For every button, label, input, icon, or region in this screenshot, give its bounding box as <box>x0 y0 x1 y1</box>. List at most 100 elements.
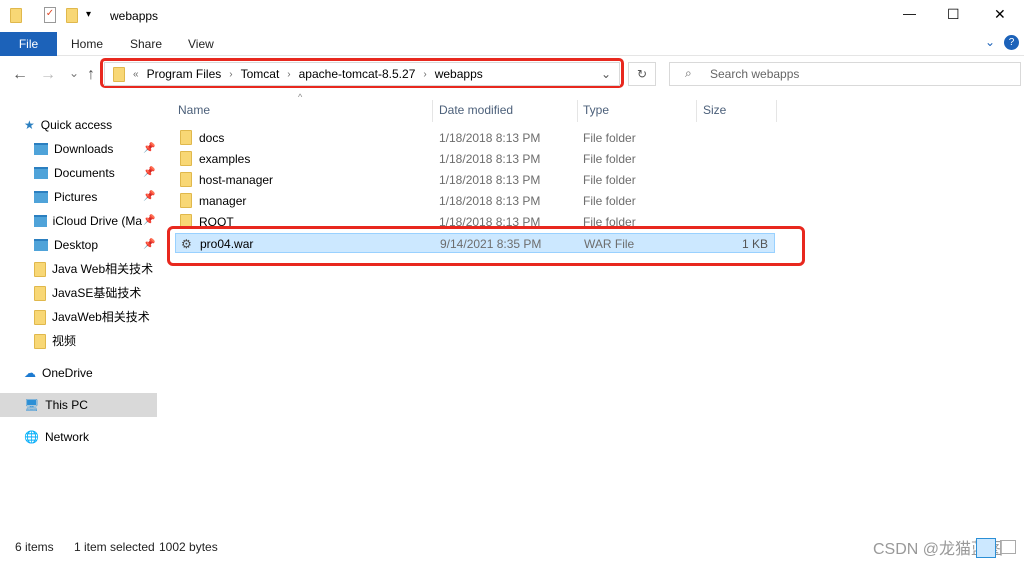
label: 视频 <box>52 334 77 348</box>
file-row[interactable]: manager 1/18/2018 8:13 PM File folder <box>175 191 775 211</box>
file-date: 1/18/2018 8:13 PM <box>439 131 541 145</box>
label: OneDrive <box>42 366 93 380</box>
search-input[interactable]: Search webapps <box>669 62 1021 86</box>
file-date: 1/18/2018 8:13 PM <box>439 173 541 187</box>
sidebar-item-documents[interactable]: Documents <box>34 163 115 183</box>
title-bar: ✓ ▾ webapps — ☐ ✕ <box>0 0 1024 32</box>
file-date: 1/18/2018 8:13 PM <box>439 152 541 166</box>
sidebar-network[interactable]: 🌐 Network <box>24 427 89 447</box>
column-header-type[interactable]: Type <box>579 100 697 122</box>
network-icon: 🌐 <box>24 430 39 444</box>
up-button[interactable]: ↑ <box>87 66 95 84</box>
label: Java Web相关技术 <box>52 262 154 276</box>
file-type: File folder <box>583 131 636 145</box>
sidebar-item-downloads[interactable]: Downloads <box>34 139 113 159</box>
icloud-icon <box>34 215 47 227</box>
sidebar-this-pc[interactable]: 🖥 This PC <box>0 393 157 417</box>
column-header-size[interactable]: Size <box>699 100 777 122</box>
breadcrumb-tomcat[interactable]: Tomcat <box>241 67 280 81</box>
label: Documents <box>54 166 115 180</box>
tab-share[interactable]: Share <box>130 32 162 56</box>
file-row[interactable]: docs 1/18/2018 8:13 PM File folder <box>175 128 775 148</box>
overflow-chevron[interactable]: « <box>133 69 139 80</box>
file-name: manager <box>199 194 247 208</box>
ribbon: File Home Share View ⌄ ? <box>0 32 1024 56</box>
close-button[interactable]: ✕ <box>994 6 1006 23</box>
search-icon: ⌕ <box>685 66 692 80</box>
status-selected: 1 item selected <box>74 540 155 554</box>
sidebar-item-javase[interactable]: JavaSE基础技术 <box>34 283 141 303</box>
status-size: 1002 bytes <box>159 540 218 554</box>
minimize-button[interactable]: — <box>903 6 916 21</box>
folder-icon <box>180 151 192 166</box>
sidebar-onedrive[interactable]: ☁ OneDrive <box>24 363 93 383</box>
sidebar-item-icloud[interactable]: iCloud Drive (Ma <box>34 211 142 231</box>
label: Pictures <box>54 190 98 204</box>
forward-button[interactable]: → <box>40 66 56 84</box>
back-button[interactable]: ← <box>12 66 28 84</box>
tab-file[interactable]: File <box>0 32 57 56</box>
sidebar-item-pictures[interactable]: Pictures <box>34 187 97 207</box>
label: Quick access <box>40 118 113 132</box>
file-name: examples <box>199 152 251 166</box>
pin-icon[interactable]: 📌 <box>143 167 155 178</box>
customize-toolbar-icon[interactable]: ▾ <box>86 9 91 20</box>
column-header-name[interactable]: Name <box>174 100 433 122</box>
chevron-right-icon[interactable]: › <box>229 69 232 80</box>
file-name: host-manager <box>199 173 274 187</box>
help-icon[interactable]: ? <box>1004 35 1019 50</box>
sidebar-item-javaweb-1[interactable]: Java Web相关技术 <box>34 259 153 279</box>
folder-icon <box>113 66 125 82</box>
file-row[interactable]: examples 1/18/2018 8:13 PM File folder <box>175 149 775 169</box>
breadcrumb-webapps[interactable]: webapps <box>435 67 483 81</box>
column-header-date[interactable]: Date modified <box>435 100 578 122</box>
war-file-highlight <box>167 226 805 266</box>
sidebar-item-video[interactable]: 视频 <box>34 331 76 351</box>
chevron-right-icon[interactable]: › <box>287 69 290 80</box>
folder-icon <box>34 285 46 301</box>
chevron-right-icon[interactable]: › <box>423 69 426 80</box>
folder-icon <box>34 309 46 325</box>
tab-home[interactable]: Home <box>71 32 103 56</box>
cloud-icon: ☁ <box>24 366 36 380</box>
folder-icon <box>180 130 192 145</box>
properties-icon[interactable]: ✓ <box>44 7 56 23</box>
desktop-icon <box>34 239 48 251</box>
new-folder-icon[interactable] <box>66 8 78 23</box>
sidebar-quick-access[interactable]: ★ Quick access <box>24 115 112 135</box>
recent-locations-button[interactable]: ⌄ <box>69 66 79 80</box>
pin-icon[interactable]: 📌 <box>143 143 155 154</box>
downloads-icon <box>34 143 48 155</box>
pin-icon[interactable]: 📌 <box>143 191 155 202</box>
label: Desktop <box>54 238 99 252</box>
file-name: docs <box>199 131 225 145</box>
breadcrumb-program-files[interactable]: Program Files <box>147 67 222 81</box>
file-type: File folder <box>583 173 636 187</box>
label: This PC <box>45 398 88 412</box>
address-dropdown-icon[interactable]: ⌄ <box>601 67 611 81</box>
folder-icon <box>34 333 46 349</box>
label: Downloads <box>54 142 114 156</box>
pictures-icon <box>34 191 48 203</box>
large-icons-view-button[interactable] <box>1000 540 1016 554</box>
maximize-button[interactable]: ☐ <box>947 6 960 23</box>
file-row[interactable]: host-manager 1/18/2018 8:13 PM File fold… <box>175 170 775 190</box>
sidebar-item-desktop[interactable]: Desktop <box>34 235 98 255</box>
status-item-count: 6 items <box>15 540 54 554</box>
pin-icon[interactable]: 📌 <box>143 239 155 250</box>
address-bar[interactable]: « Program Files › Tomcat › apache-tomcat-8… <box>104 62 620 86</box>
expand-ribbon-icon[interactable]: ⌄ <box>985 35 995 49</box>
star-icon: ★ <box>24 118 35 132</box>
label: JavaWeb相关技术 <box>52 310 150 324</box>
file-type: File folder <box>583 152 636 166</box>
details-view-button[interactable] <box>976 538 996 558</box>
navigation-pane: ★ Quick access Downloads Documents Pictur… <box>0 95 160 535</box>
documents-icon <box>34 167 48 179</box>
pin-icon[interactable]: 📌 <box>143 215 155 226</box>
file-type: File folder <box>583 194 636 208</box>
sidebar-item-javaweb-2[interactable]: JavaWeb相关技术 <box>34 307 150 327</box>
label: JavaSE基础技术 <box>52 286 142 300</box>
breadcrumb-apache-tomcat[interactable]: apache-tomcat-8.5.27 <box>299 67 416 81</box>
tab-view[interactable]: View <box>188 32 214 56</box>
refresh-button[interactable]: ↻ <box>628 62 656 86</box>
